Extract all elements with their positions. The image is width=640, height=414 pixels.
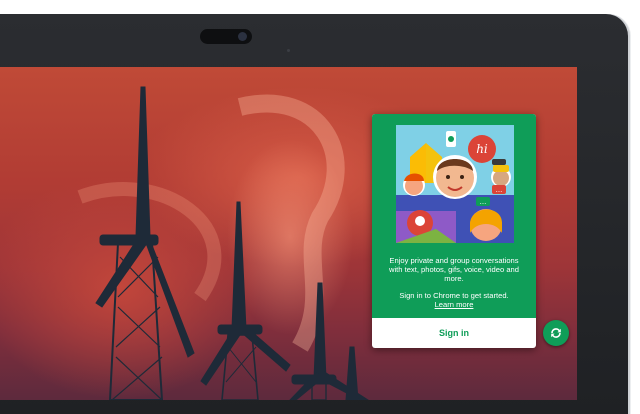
hangouts-tray-button[interactable] [543, 320, 569, 346]
hangouts-illustration: hi ... ... [396, 125, 514, 243]
sign-in-button[interactable]: Sign in [372, 318, 536, 348]
webcam-icon [238, 32, 247, 41]
signin-prompt: Sign in to Chrome to get started. [399, 291, 509, 300]
wind-turbine [95, 86, 195, 400]
wind-turbine [345, 346, 359, 400]
ellipsis-bubble: ... [496, 186, 503, 194]
hangouts-signin-popup: hi ... ... Enjoy private and group conve… [372, 114, 536, 348]
popup-description: Enjoy private and group conversations wi… [388, 256, 519, 284]
hi-bubble: hi [476, 142, 488, 156]
ellipsis-bubble: ... [480, 198, 487, 206]
hangouts-refresh-icon [551, 328, 561, 338]
popup-header: hi ... ... Enjoy private and group conve… [372, 114, 536, 318]
learn-more-link[interactable]: Learn more [372, 300, 536, 309]
light-sensor [287, 49, 290, 52]
